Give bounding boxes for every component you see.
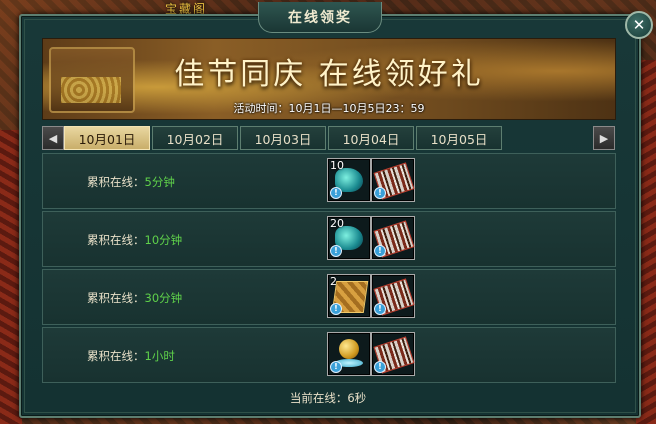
reward-row: 累积在线：5分钟 10 ! ! bbox=[42, 153, 616, 209]
tab-next-arrow-icon[interactable]: ▶ bbox=[593, 126, 615, 150]
condition-label: 累积在线： bbox=[87, 233, 145, 247]
info-icon: ! bbox=[330, 303, 342, 315]
info-icon: ! bbox=[374, 303, 386, 315]
condition-value: 1小时 bbox=[144, 349, 175, 363]
tab-10-05[interactable]: 10月05日 bbox=[416, 126, 502, 150]
date-tabs: ◀ 10月01日 10月02日 10月03日 10月04日 10月05日 ▶ bbox=[42, 126, 615, 150]
reward-row: 累积在线：30分钟 2 ! ! bbox=[42, 269, 616, 325]
tab-10-04[interactable]: 10月04日 bbox=[328, 126, 414, 150]
condition-value: 10分钟 bbox=[144, 233, 183, 247]
info-icon: ! bbox=[374, 187, 386, 199]
tab-10-01[interactable]: 10月01日 bbox=[64, 126, 150, 150]
event-banner: 佳节同庆 在线领好礼 活动时间：10月1日—10月5日23：59 bbox=[42, 38, 616, 120]
reward-condition: 累积在线：10分钟 bbox=[87, 232, 182, 248]
condition-label: 累积在线： bbox=[87, 291, 145, 305]
reward-item-slot[interactable]: ! bbox=[371, 216, 415, 260]
condition-value: 30分钟 bbox=[144, 291, 183, 305]
info-icon: ! bbox=[374, 245, 386, 257]
info-icon: ! bbox=[330, 245, 342, 257]
info-icon: ! bbox=[374, 361, 386, 373]
tab-10-02[interactable]: 10月02日 bbox=[152, 126, 238, 150]
condition-value: 5分钟 bbox=[144, 175, 175, 189]
info-icon: ! bbox=[330, 361, 342, 373]
reward-item-slot[interactable]: 2 ! bbox=[327, 274, 371, 318]
event-time: 活动时间：10月1日—10月5日23：59 bbox=[233, 102, 425, 115]
condition-label: 累积在线： bbox=[87, 349, 145, 363]
window-title: 在线领奖 bbox=[258, 2, 382, 33]
reward-item-slot[interactable]: 20 ! bbox=[327, 216, 371, 260]
reward-item-slot[interactable]: ! bbox=[371, 332, 415, 376]
condition-label: 累积在线： bbox=[87, 175, 145, 189]
banner-title: 佳节同庆 在线领好礼 bbox=[174, 57, 484, 92]
reward-condition: 累积在线：5分钟 bbox=[87, 174, 175, 190]
tab-prev-arrow-icon[interactable]: ◀ bbox=[42, 126, 64, 150]
info-icon: ! bbox=[330, 187, 342, 199]
item-count: 2 bbox=[330, 275, 337, 288]
reward-item-slot[interactable]: 10 ! bbox=[327, 158, 371, 202]
close-button[interactable]: ✕ bbox=[625, 11, 653, 39]
reward-item-slot[interactable]: ! bbox=[371, 274, 415, 318]
reward-row: 累积在线：1小时 ! ! bbox=[42, 327, 616, 383]
orb-icon bbox=[335, 339, 363, 367]
reward-item-slot[interactable]: ! bbox=[327, 332, 371, 376]
reward-condition: 累积在线：30分钟 bbox=[87, 290, 182, 306]
reward-item-slot[interactable]: ! bbox=[371, 158, 415, 202]
current-online-time: 当前在线：6秒 bbox=[289, 391, 367, 405]
tab-10-03[interactable]: 10月03日 bbox=[240, 126, 326, 150]
item-count: 10 bbox=[330, 159, 344, 172]
reward-condition: 累积在线：1小时 bbox=[87, 348, 175, 364]
item-count: 20 bbox=[330, 217, 344, 230]
reward-row: 累积在线：10分钟 20 ! ! bbox=[42, 211, 616, 267]
